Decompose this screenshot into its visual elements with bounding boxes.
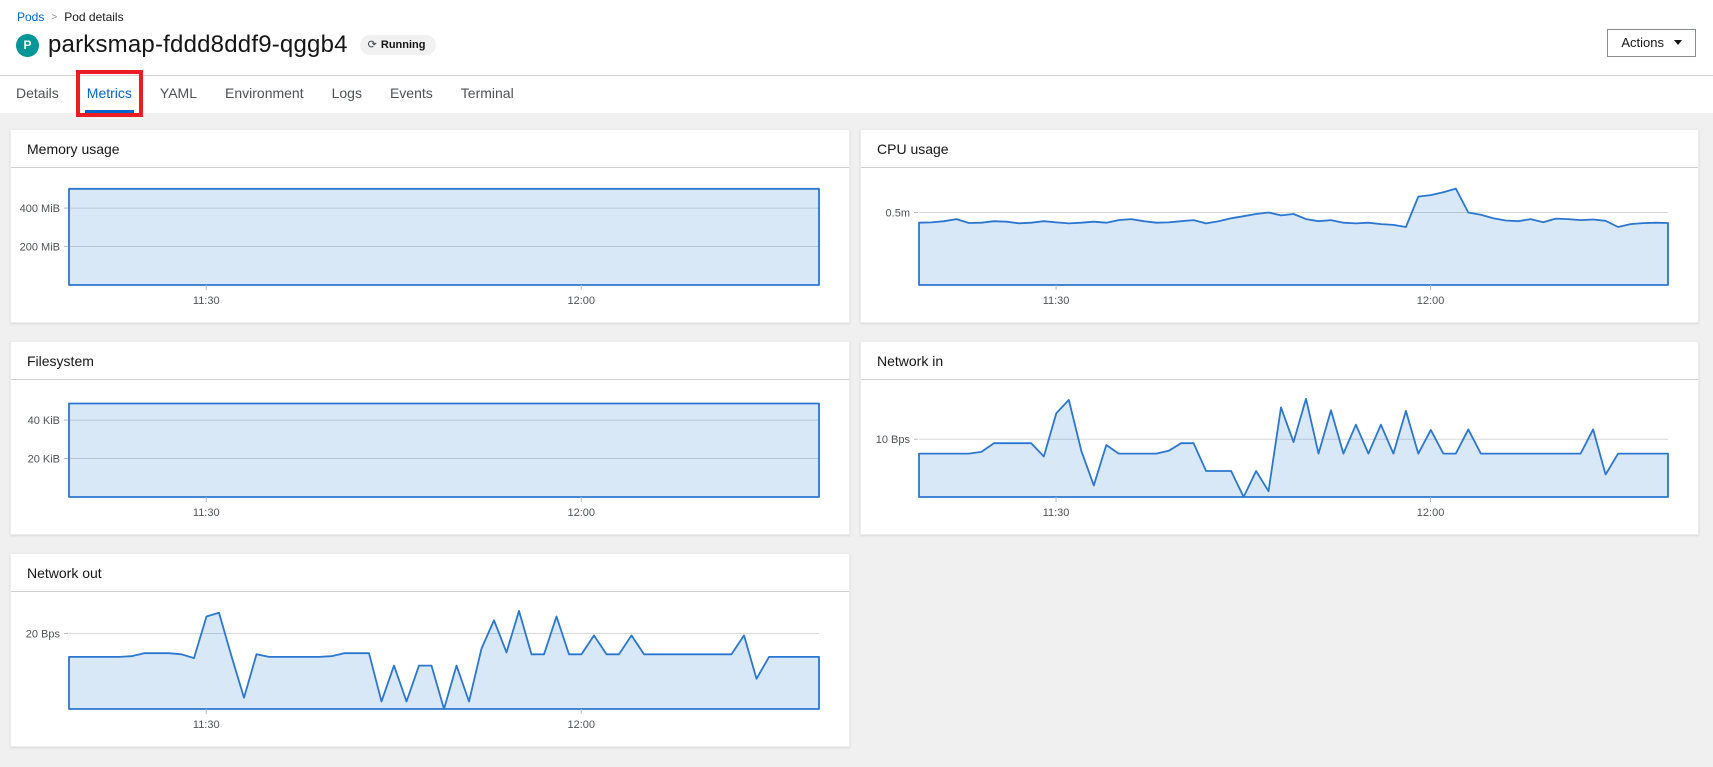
- x-axis-tick-label: 11:30: [193, 507, 220, 519]
- filesystem-card: Filesystem 20 KiB 40 KiB 11:30 12:00: [10, 341, 850, 535]
- area-series: [69, 189, 819, 285]
- chart-svg-network-in: 10 Bps 11:30 12:00: [861, 385, 1698, 535]
- network-out-card: Network out 20 Bps 11:30 12:00: [10, 553, 850, 747]
- caret-down-icon: [1674, 40, 1682, 45]
- breadcrumb-separator-icon: >: [51, 12, 57, 23]
- x-axis-tick-label: 12:00: [1417, 507, 1445, 519]
- x-axis-tick-label: 11:30: [1043, 507, 1070, 519]
- actions-button-label: Actions: [1621, 35, 1664, 50]
- y-axis-tick-label: 20 KiB: [28, 454, 60, 466]
- x-axis-tick-label: 12:00: [567, 507, 595, 519]
- cpu-usage-chart: 0.5m 11:30 12:00: [861, 168, 1698, 323]
- chart-title: Network out: [11, 554, 849, 592]
- tab-logs[interactable]: Logs: [330, 76, 364, 113]
- metrics-grid: Memory usage 200 MiB 400 MiB 11:30 12:00 CP…: [0, 113, 1713, 767]
- tab-yaml[interactable]: YAML: [158, 76, 199, 113]
- y-axis-tick-label: 10 Bps: [876, 434, 911, 446]
- x-axis-tick-label: 12:00: [567, 295, 595, 307]
- memory-usage-card: Memory usage 200 MiB 400 MiB 11:30 12:00: [10, 129, 850, 323]
- chart-svg-filesystem: 20 KiB 40 KiB 11:30 12:00: [11, 385, 849, 535]
- y-axis-tick-label: 400 MiB: [20, 203, 60, 215]
- x-axis-tick-label: 12:00: [567, 719, 595, 731]
- filesystem-chart: 20 KiB 40 KiB 11:30 12:00: [11, 380, 849, 535]
- chart-svg-network-out: 20 Bps 11:30 12:00: [11, 597, 849, 747]
- area-series: [69, 404, 819, 498]
- network-in-chart: 10 Bps 11:30 12:00: [861, 380, 1698, 535]
- x-axis-tick-label: 12:00: [1417, 295, 1445, 307]
- title-row: P parksmap-fddd8ddf9-qggb4 ⟳ Running: [0, 24, 1713, 59]
- x-axis-tick-label: 11:30: [193, 295, 220, 307]
- chart-title: Filesystem: [11, 342, 849, 380]
- network-in-card: Network in 10 Bps 11:30 12:00: [860, 341, 1699, 535]
- memory-usage-chart: 200 MiB 400 MiB 11:30 12:00: [11, 168, 849, 323]
- y-axis-tick-label: 200 MiB: [20, 242, 60, 254]
- chart-title: Memory usage: [11, 130, 849, 168]
- chart-title: CPU usage: [861, 130, 1698, 168]
- tab-metrics[interactable]: Metrics: [85, 76, 134, 113]
- area-series: [919, 189, 1668, 285]
- chart-svg-memory-usage: 200 MiB 400 MiB 11:30 12:00: [11, 173, 849, 323]
- tab-terminal[interactable]: Terminal: [459, 76, 516, 113]
- pod-resource-badge: P: [16, 34, 39, 57]
- tabs-bar: Details Metrics YAML Environment Logs Ev…: [0, 75, 1713, 113]
- actions-button[interactable]: Actions: [1607, 29, 1696, 57]
- y-axis-tick-label: 20 Bps: [26, 629, 61, 641]
- x-axis-tick-label: 11:30: [1043, 295, 1070, 307]
- breadcrumb: Pods > Pod details: [0, 0, 1713, 24]
- y-axis-tick-label: 40 KiB: [28, 415, 60, 427]
- breadcrumb-pods-link[interactable]: Pods: [17, 10, 44, 24]
- area-series: [919, 399, 1668, 497]
- network-out-chart: 20 Bps 11:30 12:00: [11, 592, 849, 747]
- status-badge-label: Running: [381, 39, 426, 51]
- cpu-usage-card: CPU usage 0.5m 11:30 12:00: [860, 129, 1699, 323]
- chart-svg-cpu-usage: 0.5m 11:30 12:00: [861, 173, 1698, 323]
- y-axis-tick-label: 0.5m: [886, 208, 910, 220]
- sync-icon: ⟳: [368, 38, 377, 51]
- area-series: [69, 611, 819, 709]
- page-title: parksmap-fddd8ddf9-qggb4: [48, 31, 348, 59]
- breadcrumb-current: Pod details: [64, 10, 123, 24]
- page-header: Pods > Pod details P parksmap-fddd8ddf9-…: [0, 0, 1713, 113]
- tab-details[interactable]: Details: [14, 76, 61, 113]
- tab-environment[interactable]: Environment: [223, 76, 306, 113]
- status-badge: ⟳ Running: [360, 35, 436, 55]
- tab-events[interactable]: Events: [388, 76, 435, 113]
- chart-title: Network in: [861, 342, 1698, 380]
- x-axis-tick-label: 11:30: [193, 719, 220, 731]
